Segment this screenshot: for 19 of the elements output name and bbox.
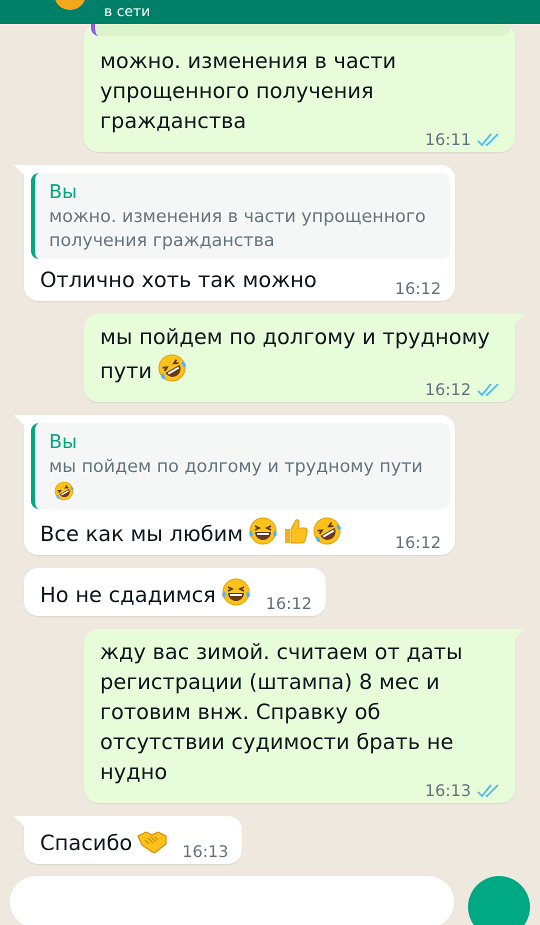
contact-status: в сети	[104, 3, 150, 21]
message-time: 16:12	[266, 594, 312, 614]
quote-author: Вы	[49, 180, 78, 205]
message-text: жду вас зимой. считаем от даты регистрации (штампа) 8 мес и готовим внж. Справку об отсутствии судимости брать не нудно	[100, 640, 463, 784]
message-text: Спасибо	[40, 831, 132, 855]
message-time: 16:12	[394, 279, 441, 299]
message-time: 16:12	[394, 533, 441, 553]
message-text: можно. изменения в части упрощенного получения гражданства	[100, 49, 396, 133]
message-text: Отлично хоть так можно	[40, 268, 317, 292]
message-text: Но не сдадимся	[40, 583, 216, 607]
message-text: Все как мы любим	[40, 522, 244, 546]
quote-text: мы пойдем по долгому и трудному пути	[49, 457, 423, 477]
message-time: 16:13	[424, 781, 471, 801]
quote-text: можно. изменения в части упрощенного получения гражданства	[49, 207, 426, 251]
message-time: 16:12	[424, 380, 471, 400]
message-time: 16:13	[182, 842, 228, 862]
message-time: 16:11	[424, 130, 471, 150]
message-text: мы пойдем по долгому и трудному пути	[100, 325, 490, 383]
quote-author: Вы	[49, 430, 78, 455]
